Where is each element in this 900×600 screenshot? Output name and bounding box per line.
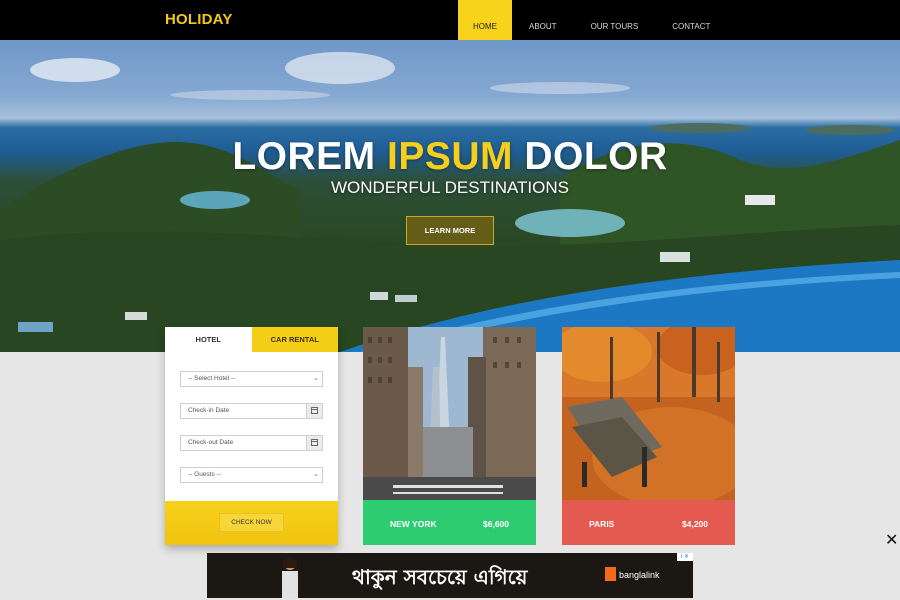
booking-form-card: HOTEL CAR RENTAL -- Select Hotel -- ⌄ Ch… xyxy=(165,327,338,545)
checkout-date-field[interactable]: Check-out Date xyxy=(180,435,323,451)
hotel-select-value: -- Select Hotel -- xyxy=(188,375,236,382)
guests-select[interactable]: -- Guests -- ⌄ xyxy=(180,467,323,483)
paris-image xyxy=(562,327,735,500)
tab-hotel[interactable]: HOTEL xyxy=(165,327,252,352)
ad-brand: banglalink xyxy=(619,570,660,580)
destination-card-paris[interactable]: PARIS $4,200 xyxy=(562,327,735,545)
destination-info-bar: PARIS $4,200 xyxy=(562,500,735,545)
booking-footer: CHECK NOW xyxy=(165,501,338,545)
destination-price: $4,200 xyxy=(682,519,708,529)
top-navbar: HOLIDAY HOME ABOUT OUR TOURS CONTACT xyxy=(0,0,900,40)
destination-card-new-york[interactable]: NEW YORK $6,600 xyxy=(363,327,536,545)
destination-price: $6,600 xyxy=(483,519,509,529)
chevron-down-icon: ⌄ xyxy=(313,471,319,478)
site-logo[interactable]: HOLIDAY xyxy=(165,11,233,28)
ad-headline: থাকুন সবচেয়ে এগিয়ে xyxy=(352,565,528,589)
close-ad-icon[interactable]: ✕ xyxy=(885,533,898,549)
menu-item-our-tours[interactable]: OUR TOURS xyxy=(574,0,656,40)
guests-select-value: -- Guests -- xyxy=(188,471,221,478)
ad-choices-icon[interactable]: i ✕ xyxy=(677,553,693,561)
destination-info-bar: NEW YORK $6,600 xyxy=(363,500,536,545)
menu-item-about[interactable]: ABOUT xyxy=(512,0,574,40)
new-york-image xyxy=(363,327,536,500)
destination-city: PARIS xyxy=(589,519,615,529)
main-menu: HOME ABOUT OUR TOURS CONTACT xyxy=(458,0,727,40)
hero-subtitle: WONDERFUL DESTINATIONS xyxy=(330,178,569,197)
chevron-down-icon: ⌄ xyxy=(313,375,319,382)
hero-title-highlight: IPSUM xyxy=(386,135,513,178)
destination-city: NEW YORK xyxy=(390,519,437,529)
menu-item-home[interactable]: HOME xyxy=(458,0,512,40)
checkin-placeholder: Check-in Date xyxy=(188,407,230,414)
banglalink-logo-icon xyxy=(605,567,616,581)
hero-title-part1: LOREM xyxy=(232,135,387,178)
learn-more-button[interactable]: LEARN MORE xyxy=(406,216,494,245)
tab-car-rental[interactable]: CAR RENTAL xyxy=(251,327,338,352)
ad-banner[interactable]: থাকুন সবচেয়ে এগিয়ে banglalink i ✕ xyxy=(207,553,693,598)
calendar-icon[interactable] xyxy=(306,436,322,450)
checkout-placeholder: Check-out Date xyxy=(188,439,234,446)
booking-tabs: HOTEL CAR RENTAL xyxy=(165,327,338,352)
calendar-icon[interactable] xyxy=(306,404,322,418)
check-now-button[interactable]: CHECK NOW xyxy=(219,513,284,532)
checkin-date-field[interactable]: Check-in Date xyxy=(180,403,323,419)
hotel-select[interactable]: -- Select Hotel -- ⌄ xyxy=(180,371,323,387)
menu-item-contact[interactable]: CONTACT xyxy=(655,0,727,40)
hero-title-part2: DOLOR xyxy=(513,135,668,178)
ad-model-image xyxy=(282,557,298,598)
hero-title: LOREM IPSUM DOLOR xyxy=(0,135,900,179)
hero-banner: LOREM IPSUM DOLOR WONDERFUL DESTINATIONS… xyxy=(0,40,900,352)
